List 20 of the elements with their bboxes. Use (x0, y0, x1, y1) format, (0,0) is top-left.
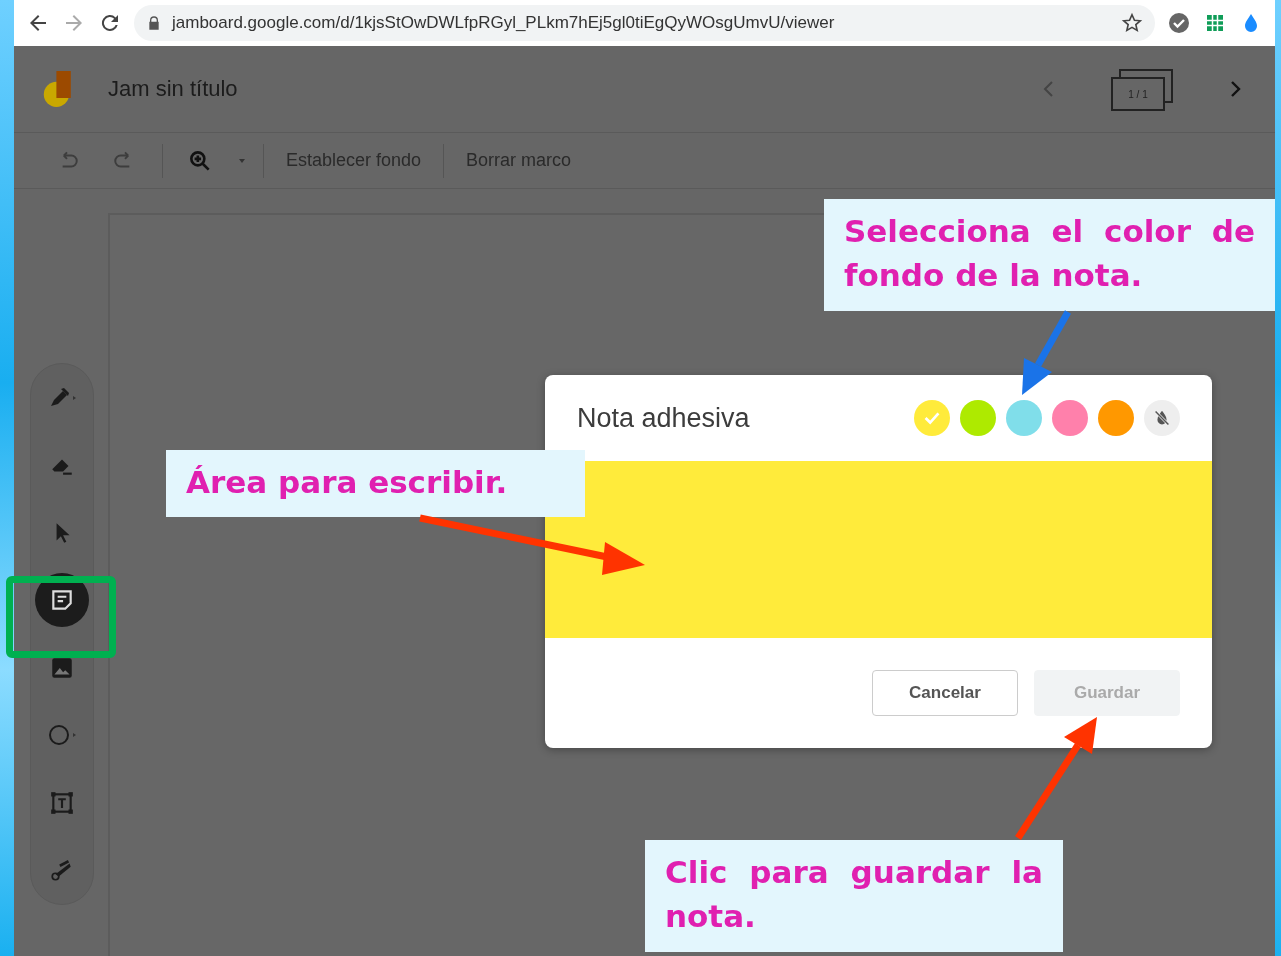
annotation-callout: Selecciona el color de fondo de la nota. (824, 199, 1275, 311)
color-swatch[interactable] (914, 400, 950, 436)
color-swatch[interactable] (1052, 400, 1088, 436)
toolbar-button[interactable]: Borrar marco (460, 146, 578, 175)
annotation-callout: Área para escribir. (166, 450, 585, 517)
dropdown-caret-icon[interactable] (237, 157, 247, 164)
toolbar-button[interactable]: Establecer fondo (280, 146, 428, 175)
jam-title[interactable]: Jam sin título (108, 76, 238, 102)
color-swatch[interactable] (1098, 400, 1134, 436)
address-bar[interactable]: jamboard.google.com/d/1kjsStOwDWLfpRGyl_PLkm7hEj5gl0tiEgQyWOsgUmvU/viewer (134, 5, 1155, 41)
no-color-swatch[interactable] (1144, 400, 1180, 436)
lock-icon (146, 15, 162, 31)
url-text: jamboard.google.com/d/1kjsStOwDWLfpRGyl_PLkm7hEj5gl0tiEgQyWOsgUmvU/viewer (172, 13, 836, 33)
color-swatch[interactable] (1006, 400, 1042, 436)
color-swatch[interactable] (960, 400, 996, 436)
cancel-button[interactable]: Cancelar (872, 670, 1018, 716)
annotation-callout: Clic para guardar la nota. (645, 840, 1063, 952)
dialog-title: Nota adhesiva (577, 402, 750, 434)
star-icon[interactable] (1121, 12, 1143, 34)
check-circle-icon[interactable] (1167, 11, 1191, 35)
